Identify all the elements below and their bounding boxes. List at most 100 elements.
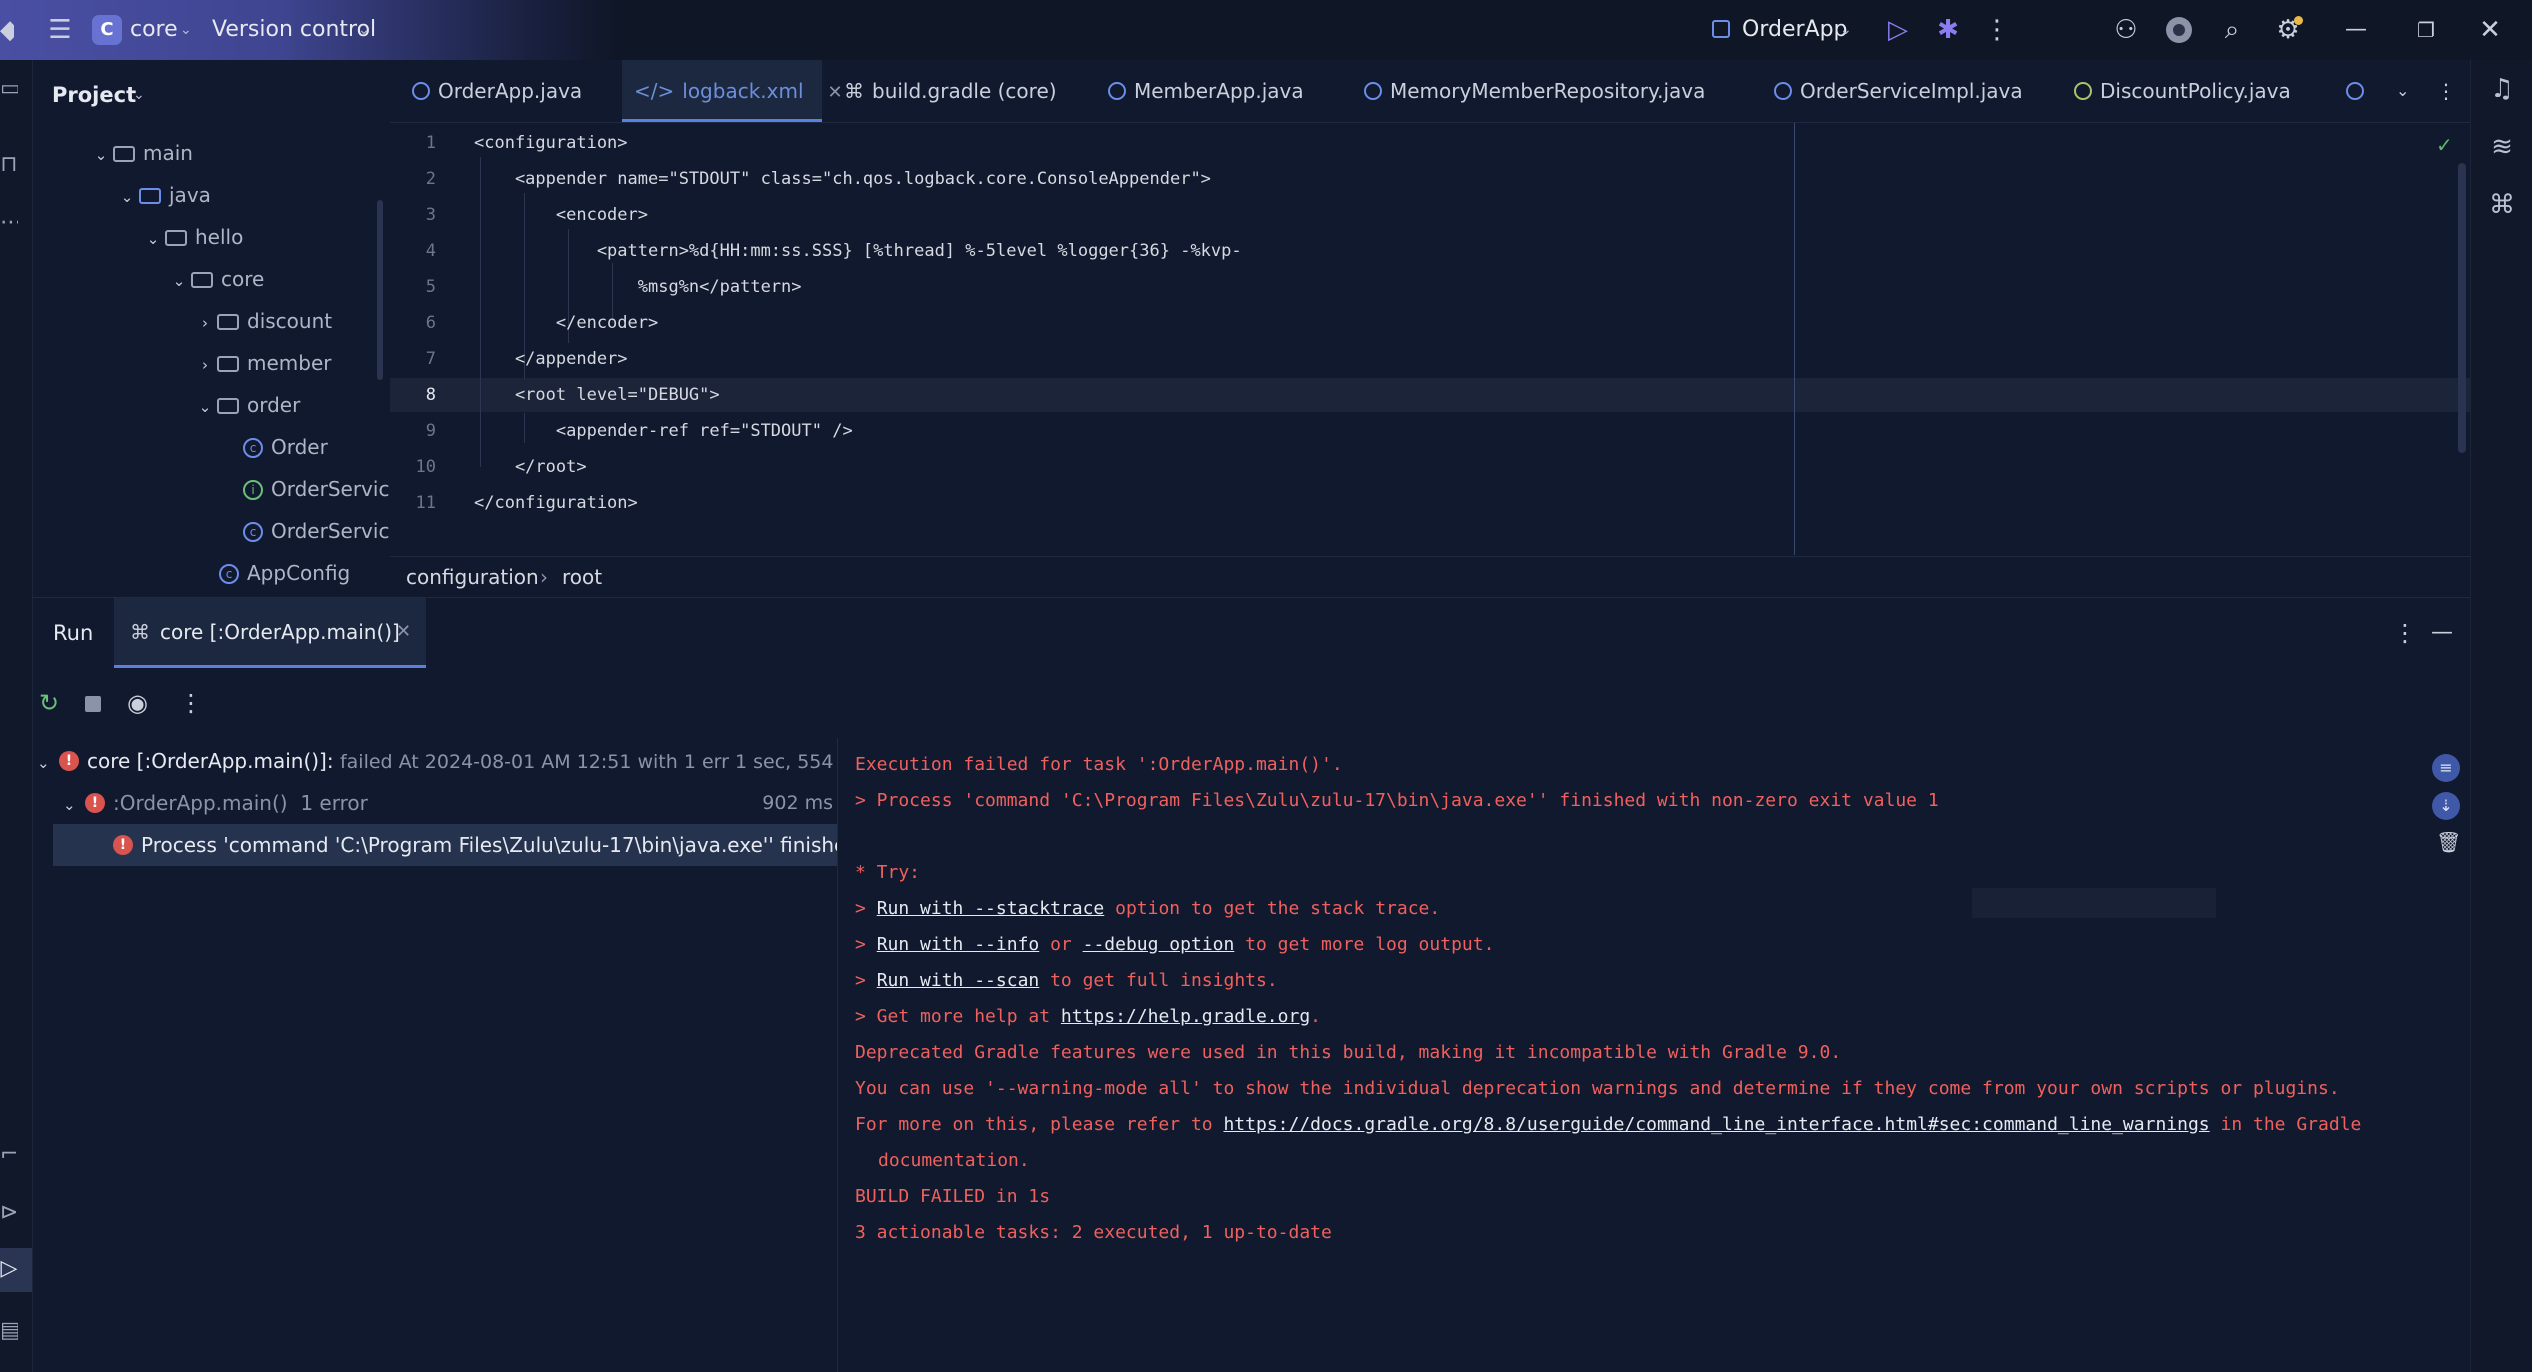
scan-link[interactable]: Run with --scan xyxy=(877,970,1040,991)
console-text: For more on this, please refer to xyxy=(855,1114,1224,1135)
run-panel-options-icon[interactable]: ⋮ xyxy=(2393,598,2417,668)
close-tab-icon[interactable]: ✕ xyxy=(396,598,411,666)
services-tool-icon[interactable]: ⊳ xyxy=(0,1200,18,1225)
hide-panel-icon[interactable]: — xyxy=(2431,598,2453,668)
no-problems-check-icon[interactable]: ✓ xyxy=(2436,133,2453,157)
help-gradle-link[interactable]: https://help.gradle.org xyxy=(1061,1006,1310,1027)
tab-memberapp[interactable]: MemberApp.java xyxy=(1098,60,1338,122)
run-tree-label: core [:OrderApp.main()]: xyxy=(87,749,334,773)
tree-item-order-class[interactable]: c Order xyxy=(243,427,328,467)
commit-tool-icon[interactable]: ⊓ xyxy=(0,152,18,177)
project-tool-icon[interactable]: ▭ xyxy=(0,76,18,101)
project-name[interactable]: core xyxy=(130,0,178,60)
restore-icon[interactable]: ❐ xyxy=(2406,0,2446,60)
more-options-icon[interactable]: ⋮ xyxy=(179,668,203,738)
run-tree-task[interactable]: ⌄!:OrderApp.main() 1 error 902 ms xyxy=(33,782,837,824)
rerun-icon[interactable]: ↻ xyxy=(39,668,59,738)
tree-item-member[interactable]: › member xyxy=(193,343,332,383)
tabs-more-icon[interactable]: ⋮ xyxy=(2436,60,2466,122)
class-icon xyxy=(2346,81,2364,100)
chevron-down-icon[interactable]: ⌄ xyxy=(133,60,145,130)
run-tree-label: :OrderApp.main() xyxy=(113,791,288,815)
tab-label: OrderServiceImpl.java xyxy=(1800,79,2023,103)
line-number: 6 xyxy=(425,313,436,333)
more-tools-icon[interactable]: ⋯ xyxy=(0,210,18,235)
breadcrumb: configuration › root xyxy=(390,556,2470,597)
run-tab-core[interactable]: ⌘ core [:OrderApp.main()] ✕ xyxy=(114,598,426,668)
tab-orderserviceimpl[interactable]: OrderServiceImpl.java xyxy=(1762,60,2052,122)
debug-icon[interactable]: ✱ xyxy=(1930,0,1966,60)
close-window-icon[interactable]: ✕ xyxy=(2470,0,2510,60)
tab-overflow[interactable] xyxy=(2342,60,2382,122)
add-user-icon[interactable]: ⚇ xyxy=(2106,0,2146,60)
code-editor[interactable]: ✓ 1 2 3 4 5 6 7 8 9 10 11 <configuration… xyxy=(390,123,2470,555)
tree-item-hello[interactable]: ⌄ hello xyxy=(141,217,244,259)
class-icon: c xyxy=(243,437,263,458)
console-output[interactable]: Execution failed for task ':OrderApp.mai… xyxy=(838,738,2470,1372)
chevron-right-icon[interactable]: › xyxy=(193,345,217,385)
chevron-right-icon[interactable]: › xyxy=(193,303,217,343)
chevron-down-icon[interactable]: ⌄ xyxy=(180,0,192,60)
tab-memorymemberrepository[interactable]: MemoryMemberRepository.java xyxy=(1352,60,1732,122)
tree-item-core[interactable]: ⌄ core xyxy=(167,259,265,301)
minimize-icon[interactable]: — xyxy=(2336,0,2376,60)
tab-build-gradle[interactable]: ⌘ build.gradle (core) xyxy=(822,60,1072,122)
scroll-to-end-icon[interactable]: ⇣ xyxy=(2432,792,2460,820)
main-menu-icon[interactable]: ☰ xyxy=(40,0,80,60)
search-icon[interactable]: ⌕ xyxy=(2212,0,2252,60)
info-link[interactable]: Run with --info xyxy=(877,934,1040,955)
console-line: Execution failed for task ':OrderApp.mai… xyxy=(855,754,1343,775)
notifications-bell-icon[interactable]: ♫ xyxy=(2471,74,2532,104)
database-icon[interactable]: ≋ xyxy=(2471,132,2532,162)
ai-assistant-icon[interactable] xyxy=(2166,17,2192,43)
chevron-down-icon[interactable]: ⌄ xyxy=(167,261,191,301)
console-line: > Run with --info or --debug option to g… xyxy=(855,934,1494,955)
chevron-down-icon[interactable]: ⌄ xyxy=(37,742,59,782)
settings-gear-icon[interactable]: ⚙ xyxy=(2268,0,2308,60)
vcs-menu[interactable]: Version control xyxy=(212,0,376,60)
run-tool-icon[interactable]: ▷ xyxy=(0,1256,18,1281)
tab-logback[interactable]: </> logback.xml ✕ xyxy=(622,60,843,122)
project-badge[interactable]: C xyxy=(92,15,122,45)
chevron-down-icon[interactable]: ⌄ xyxy=(115,177,139,217)
chevron-down-icon[interactable]: ⌄ xyxy=(1840,0,1852,60)
breadcrumb-item-root[interactable]: root xyxy=(562,557,602,597)
run-results-tree: ⌄! core [:OrderApp.main()]: failed At 202… xyxy=(33,738,838,1372)
run-config-selector[interactable]: OrderApp xyxy=(1742,0,1848,60)
more-actions-icon[interactable]: ⋮ xyxy=(1982,0,2012,60)
tree-item-java[interactable]: ⌄ java xyxy=(115,175,211,215)
stop-icon[interactable] xyxy=(85,696,101,712)
chevron-down-icon[interactable]: ⌄ xyxy=(63,784,85,824)
chevron-down-icon[interactable]: ⌄ xyxy=(89,135,113,175)
tree-item-main[interactable]: ⌄ main xyxy=(89,133,193,173)
tab-orderapp[interactable]: OrderApp.java xyxy=(390,60,620,122)
gradle-tool-icon[interactable]: ⌐ xyxy=(0,1142,18,1167)
console-line: > Process 'command 'C:\Program Files\Zul… xyxy=(855,790,1939,811)
project-panel-title[interactable]: Project xyxy=(52,60,136,130)
clear-console-trash-icon[interactable]: 🗑 xyxy=(2436,830,2461,854)
run-tree-error-item[interactable]: ! Process 'command 'C:\Program Files\Zulu… xyxy=(53,824,837,866)
run-icon[interactable]: ▷ xyxy=(1880,0,1916,60)
tabs-dropdown-icon[interactable]: ⌄ xyxy=(2396,60,2426,122)
stacktrace-link[interactable]: Run with --stacktrace xyxy=(877,898,1105,919)
tree-item-appconfig[interactable]: c AppConfig xyxy=(219,553,350,593)
tree-item-discount[interactable]: › discount xyxy=(193,301,332,341)
gradle-docs-link[interactable]: https://docs.gradle.org/8.8/userguide/co… xyxy=(1223,1114,2209,1135)
chevron-down-icon[interactable]: ⌄ xyxy=(358,0,370,60)
terminal-tool-icon[interactable]: ▤ xyxy=(0,1318,18,1343)
tree-item-order[interactable]: ⌄ order xyxy=(193,385,301,427)
chevron-down-icon[interactable]: ⌄ xyxy=(141,219,165,259)
tree-item-orderservice-class[interactable]: c OrderService xyxy=(243,511,402,551)
soft-wrap-icon[interactable]: ≡ xyxy=(2432,754,2460,782)
tab-discountpolicy[interactable]: DiscountPolicy.java xyxy=(2062,60,2342,122)
breadcrumb-item-configuration[interactable]: configuration xyxy=(406,557,539,597)
gradle-elephant-icon[interactable]: ⌘ xyxy=(2471,190,2532,220)
debug-link[interactable]: --debug option xyxy=(1083,934,1235,955)
chevron-down-icon[interactable]: ⌄ xyxy=(193,387,217,427)
editor-scrollbar[interactable] xyxy=(2458,163,2466,453)
console-text: or xyxy=(1039,934,1083,955)
show-view-eye-icon[interactable]: ◉ xyxy=(127,668,148,738)
project-scrollbar[interactable] xyxy=(377,200,383,380)
run-tree-root[interactable]: ⌄! core [:OrderApp.main()]: failed At 202… xyxy=(33,740,837,782)
tree-item-orderservice-interface[interactable]: i OrderService xyxy=(243,469,402,509)
